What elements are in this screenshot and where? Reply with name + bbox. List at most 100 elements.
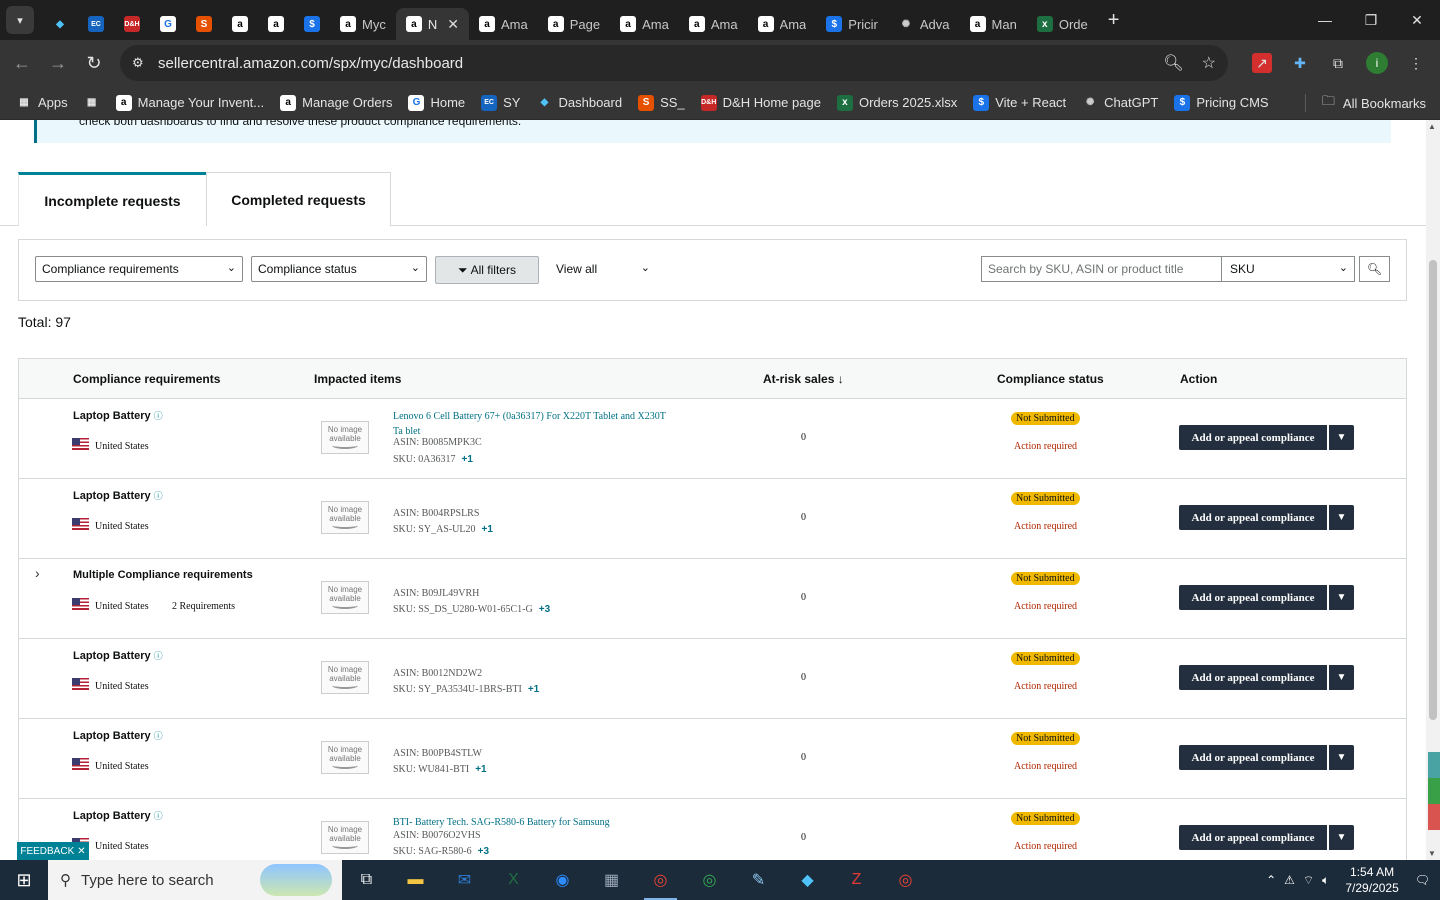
bookmark-item[interactable]: ▦ Apps <box>16 95 67 111</box>
restore-icon[interactable]: ❐ <box>1348 0 1394 40</box>
browser-tab[interactable]: $ <box>294 8 330 40</box>
view-all-select[interactable]: View all ⌄ <box>556 256 656 282</box>
all-bookmarks-label[interactable]: All Bookmarks <box>1343 96 1426 111</box>
chrome-alt-icon[interactable]: ◎ <box>881 860 930 900</box>
more-skus-link[interactable]: +1 <box>475 764 486 775</box>
info-circle-icon[interactable]: ⓘ <box>154 651 163 661</box>
outlook-icon[interactable]: ✉ <box>440 860 489 900</box>
product-title-link[interactable]: BTI- Battery Tech. SAG-R580-6 Battery fo… <box>393 815 673 830</box>
file-explorer-icon[interactable]: ▬ <box>391 860 440 900</box>
wifi-icon[interactable]: ⌔ <box>1303 873 1314 888</box>
tab-search-chevron-icon[interactable]: ▾ <box>6 6 34 34</box>
bookmark-item[interactable]: ▦ <box>84 95 100 111</box>
browser-tab[interactable]: a Ama <box>610 8 679 40</box>
bookmark-item[interactable]: a Manage Your Invent... <box>115 94 264 111</box>
task-view-icon[interactable]: ⧉ <box>342 860 391 900</box>
diamond-app-icon[interactable]: ◆ <box>783 860 832 900</box>
action-dropdown-chevron-icon[interactable]: ▼ <box>1329 745 1354 770</box>
extensions-icon[interactable]: ⧉ <box>1328 53 1348 73</box>
browser-tab[interactable]: ✺ Adva <box>888 8 960 40</box>
bookmark-item[interactable]: ◆ Dashboard <box>536 95 622 111</box>
action-dropdown-chevron-icon[interactable]: ▼ <box>1329 425 1354 450</box>
address-bar[interactable]: ⚙ sellercentral.amazon.com/spx/myc/dashb… <box>120 45 1228 81</box>
network-alert-icon[interactable]: ⚠ <box>1284 873 1295 887</box>
search-type-select[interactable]: SKU ⌄ <box>1221 256 1355 282</box>
close-window-icon[interactable]: ✕ <box>1394 0 1440 40</box>
bookmark-item[interactable]: G Home <box>408 94 465 111</box>
excel-icon[interactable]: X <box>489 860 538 900</box>
all-bookmarks[interactable]: 🗀 All Bookmarks <box>1304 86 1426 120</box>
pdf-extension-icon[interactable]: ↗ <box>1252 53 1272 73</box>
bookmark-star-icon[interactable]: ☆ <box>1202 53 1216 73</box>
add-or-appeal-compliance-button[interactable]: Add or appeal compliance <box>1179 505 1327 530</box>
browser-tab[interactable]: a N ✕ <box>395 8 469 40</box>
minimize-icon[interactable]: — <box>1302 0 1348 40</box>
bookmark-item[interactable]: $ Pricing CMS <box>1174 94 1269 111</box>
info-circle-icon[interactable]: ⓘ <box>154 491 163 501</box>
browser-tab[interactable]: G <box>150 8 186 40</box>
bookmark-item[interactable]: $ Vite + React <box>973 94 1066 111</box>
chrome-profile-icon[interactable]: ◎ <box>685 860 734 900</box>
calculator-icon[interactable]: ▦ <box>587 860 636 900</box>
close-icon[interactable]: ✕ <box>77 846 85 857</box>
header-at-risk-sales[interactable]: At-risk sales ↓ <box>763 372 844 386</box>
site-info-icon[interactable]: ⚙ <box>132 55 154 71</box>
more-skus-link[interactable]: +1 <box>482 524 493 535</box>
zoom-icon[interactable]: 🔍︎ <box>1163 53 1183 73</box>
zoom-app-icon[interactable]: ◉ <box>538 860 587 900</box>
browser-tab[interactable]: S <box>186 8 222 40</box>
action-dropdown-chevron-icon[interactable]: ▼ <box>1329 505 1354 530</box>
bookmark-item[interactable]: x Orders 2025.xlsx <box>836 94 957 111</box>
search-input[interactable]: Search by SKU, ASIN or product title <box>981 256 1222 282</box>
product-title-link[interactable]: Lenovo 6 Cell Battery 67+ (0a36317) For … <box>393 409 673 439</box>
taskbar-search[interactable]: ⚲ Type here to search <box>48 860 342 900</box>
bookmark-item[interactable]: EC SY <box>481 94 520 111</box>
compliance-requirements-select[interactable]: Compliance requirements ⌄ <box>35 256 243 282</box>
browser-tab[interactable]: a Page <box>538 8 610 40</box>
action-dropdown-chevron-icon[interactable]: ▼ <box>1329 825 1354 850</box>
new-tab-plus-icon[interactable]: + <box>1108 9 1120 32</box>
notepad-icon[interactable]: ✎ <box>734 860 783 900</box>
scroll-down-icon[interactable]: ▼ <box>1428 849 1436 858</box>
browser-tab[interactable]: $ Pricir <box>816 8 888 40</box>
filezilla-icon[interactable]: Z <box>832 860 881 900</box>
windows-start-icon[interactable]: ⊞ <box>0 860 48 900</box>
bookmark-item[interactable]: D&H D&H Home page <box>700 94 821 111</box>
add-or-appeal-compliance-button[interactable]: Add or appeal compliance <box>1179 825 1327 850</box>
chrome-icon[interactable]: ◎ <box>636 860 685 900</box>
chevron-right-icon[interactable]: › <box>35 565 40 581</box>
add-or-appeal-compliance-button[interactable]: Add or appeal compliance <box>1179 745 1327 770</box>
volume-icon[interactable]: 🔈︎ <box>1322 873 1329 888</box>
more-skus-link[interactable]: +1 <box>528 684 539 695</box>
bookmark-item[interactable]: a Manage Orders <box>280 94 392 111</box>
notification-icon[interactable]: 🗨 <box>1415 873 1430 887</box>
bookmark-item[interactable]: S SS_ <box>638 94 685 111</box>
browser-tab[interactable]: ◆ <box>42 8 78 40</box>
compliance-status-select[interactable]: Compliance status ⌄ <box>251 256 427 282</box>
browser-tab[interactable]: a Man <box>960 8 1027 40</box>
puzzle-blue-extension-icon[interactable]: ✚ <box>1290 53 1310 73</box>
url-text[interactable]: sellercentral.amazon.com/spx/myc/dashboa… <box>158 55 463 72</box>
bookmark-item[interactable]: ✺ ChatGPT <box>1082 95 1158 111</box>
scroll-thumb[interactable] <box>1429 260 1437 720</box>
add-or-appeal-compliance-button[interactable]: Add or appeal compliance <box>1179 665 1327 690</box>
clock[interactable]: 1:54 AM 7/29/2025 <box>1345 864 1398 896</box>
tab-completed-requests[interactable]: Completed requests <box>206 172 391 226</box>
browser-tab[interactable]: x Orde <box>1027 8 1098 40</box>
scroll-up-icon[interactable]: ▲ <box>1428 122 1436 131</box>
browser-tab[interactable]: a <box>258 8 294 40</box>
browser-tab[interactable]: a Ama <box>469 8 538 40</box>
more-skus-link[interactable]: +3 <box>539 604 550 615</box>
feedback-button[interactable]: FEEDBACK ✕ <box>17 842 89 860</box>
reload-icon[interactable]: ↻ <box>76 45 112 81</box>
forward-arrow-icon[interactable]: → <box>40 45 76 81</box>
info-circle-icon[interactable]: ⓘ <box>154 731 163 741</box>
action-dropdown-chevron-icon[interactable]: ▼ <box>1329 665 1354 690</box>
browser-tab[interactable]: a <box>222 8 258 40</box>
back-arrow-icon[interactable]: ← <box>4 45 40 81</box>
all-filters-button[interactable]: ⏷ All filters <box>435 256 539 284</box>
browser-tab[interactable]: a Ama <box>748 8 817 40</box>
action-dropdown-chevron-icon[interactable]: ▼ <box>1329 585 1354 610</box>
browser-tab[interactable]: D&H <box>114 8 150 40</box>
profile-avatar[interactable]: i <box>1366 52 1388 74</box>
